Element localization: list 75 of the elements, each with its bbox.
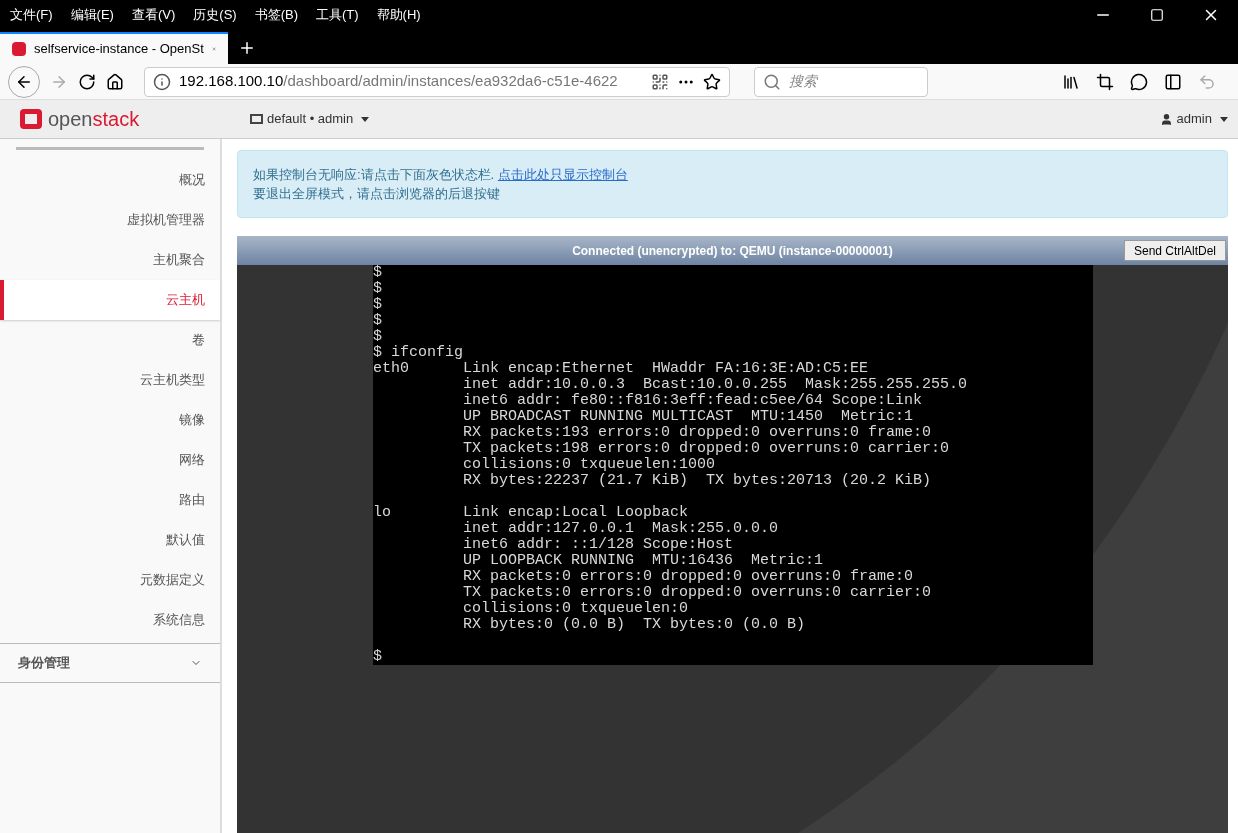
project-icon [250, 114, 263, 124]
terminal-line: $ [373, 265, 383, 281]
menu-item[interactable]: 编辑(E) [70, 5, 114, 25]
info-icon [153, 72, 171, 91]
terminal-line: UP BROADCAST RUNNING MULTICAST MTU:1450 Metric:1 [462, 409, 915, 425]
browser-tab[interactable]: selfservice-instance - OpenSt [0, 32, 228, 64]
terminal-line: RX bytes:22237 (21.7 KiB) TX bytes:20713 (20.2 KiB) [462, 473, 933, 489]
sidebar-item[interactable]: 镜像 [0, 400, 220, 440]
send-ctrl-alt-del-button[interactable]: Send CtrlAltDel [1123, 240, 1226, 261]
url-text: 192.168.100.10/dashboard/admin/instances/ea932da6-c51e-4622 [179, 71, 619, 92]
tab-favicon-icon [12, 42, 26, 56]
project-dropdown[interactable]: default • admin [250, 109, 370, 129]
user-dropdown[interactable]: admin [1159, 109, 1228, 129]
terminal-line: $ [373, 329, 383, 345]
connection-status: Connected (unencrypted) to: QEMU (instance-00000001) [572, 242, 893, 260]
caret-icon [1220, 116, 1228, 122]
terminal-line: TX packets:198 errors:0 dropped:0 overruns:0 carrier:0 [462, 441, 951, 457]
terminal-line: eth0 Link encap:Ethernet HWaddr FA:16:3E:AD:C5:EE [373, 361, 870, 377]
chat-bubble-icon[interactable] [1130, 72, 1148, 91]
maximize-icon[interactable] [1150, 8, 1164, 22]
terminal-line: $ [373, 297, 383, 313]
home-icon[interactable] [106, 72, 124, 91]
terminal-line: RX packets:0 errors:0 dropped:0 overruns:0 frame:0 [462, 569, 915, 585]
alert-text: 如果控制台无响应:请点击下面灰色状态栏. 点击此处只显示控制台 [253, 166, 629, 184]
sidebar-item[interactable]: 路由 [0, 480, 220, 520]
menu-item[interactable]: 查看(V) [131, 5, 176, 25]
sidebar-item[interactable]: 虚拟机管理器 [0, 200, 220, 240]
reload-icon[interactable] [78, 72, 96, 91]
terminal-line: inet6 addr: ::1/128 Scope:Host [462, 537, 735, 553]
sidebar-item[interactable]: 默认值 [0, 520, 220, 560]
sidebar-item[interactable]: 元数据定义 [0, 560, 220, 600]
terminal-line: collisions:0 txqueuelen:0 [462, 601, 690, 617]
terminal-line: $ ifconfig [373, 345, 464, 361]
openstack-logo-text: openstack [48, 109, 140, 129]
terminal-line: inet addr:127.0.0.1 Mask:255.0.0.0 [462, 521, 780, 537]
console-only-link[interactable]: 点击此处只显示控制台 [497, 167, 628, 182]
alert-text: 要退出全屏模式，请点击浏览器的后退按键 [253, 185, 501, 203]
qr-code-icon[interactable] [651, 72, 669, 91]
terminal-line: inet addr:10.0.0.3 Bcast:10.0.0.255 Mask:255.255.255.0 [462, 377, 969, 393]
openstack-logo-icon [20, 109, 42, 129]
sidebar-item[interactable]: 主机聚合 [0, 240, 220, 280]
sidebar-item[interactable]: 卷 [0, 320, 220, 360]
bookmark-star-icon[interactable] [703, 72, 721, 91]
search-icon [763, 72, 781, 91]
sidebar-icon[interactable] [1164, 72, 1182, 91]
menu-item[interactable]: 历史(S) [193, 5, 237, 25]
new-tab-icon[interactable] [238, 39, 256, 57]
sidebar-section[interactable]: 身份管理 [0, 643, 220, 683]
terminal-line: $ [373, 649, 383, 665]
terminal-line: UP LOOPBACK RUNNING MTU:16436 Metric:1 [462, 553, 825, 569]
library-icon[interactable] [1062, 72, 1080, 91]
menu-item[interactable]: 工具(T) [316, 5, 359, 25]
terminal-line: RX packets:193 errors:0 dropped:0 overruns:0 frame:0 [462, 425, 933, 441]
console-status-bar[interactable]: Connected (unencrypted) to: QEMU (instance-00000001) Send CtrlAltDel [237, 236, 1228, 265]
terminal-line: inet6 addr: fe80::f816:3eff:fead:c5ee/64 Scope:Link [462, 393, 924, 409]
sidebar-item[interactable]: 系统信息 [0, 600, 220, 640]
address-bar[interactable]: 192.168.100.10/dashboard/admin/instances/ea932da6-c51e-4622 [144, 66, 730, 97]
search-field[interactable]: 搜索 [754, 66, 928, 97]
sidebar-item[interactable]: 概况 [0, 160, 220, 200]
tab-title: selfservice-instance - OpenSt [34, 40, 204, 59]
crop-icon[interactable] [1096, 72, 1114, 91]
sidebar-item[interactable]: 云主机 [0, 280, 220, 320]
terminal-line: lo Link encap:Local Loopback [373, 505, 690, 521]
terminal-line: TX packets:0 errors:0 dropped:0 overruns:0 carrier:0 [462, 585, 933, 601]
menu-item[interactable]: 文件(F) [10, 5, 53, 25]
menu-item[interactable]: 书签(B) [254, 5, 298, 25]
sidebar-item[interactable]: 云主机类型 [0, 360, 220, 400]
terminal-line: $ [373, 313, 383, 329]
terminal-line: $ [373, 281, 383, 297]
terminal-line: collisions:0 txqueuelen:1000 [462, 457, 717, 473]
menu-item[interactable]: 帮助(H) [376, 5, 421, 25]
caret-icon [361, 116, 370, 122]
sidebar-item[interactable]: 网络 [0, 440, 220, 480]
user-icon [1159, 112, 1173, 126]
terminal-line: RX bytes:0 (0.0 B) TX bytes:0 (0.0 B) [462, 617, 807, 633]
